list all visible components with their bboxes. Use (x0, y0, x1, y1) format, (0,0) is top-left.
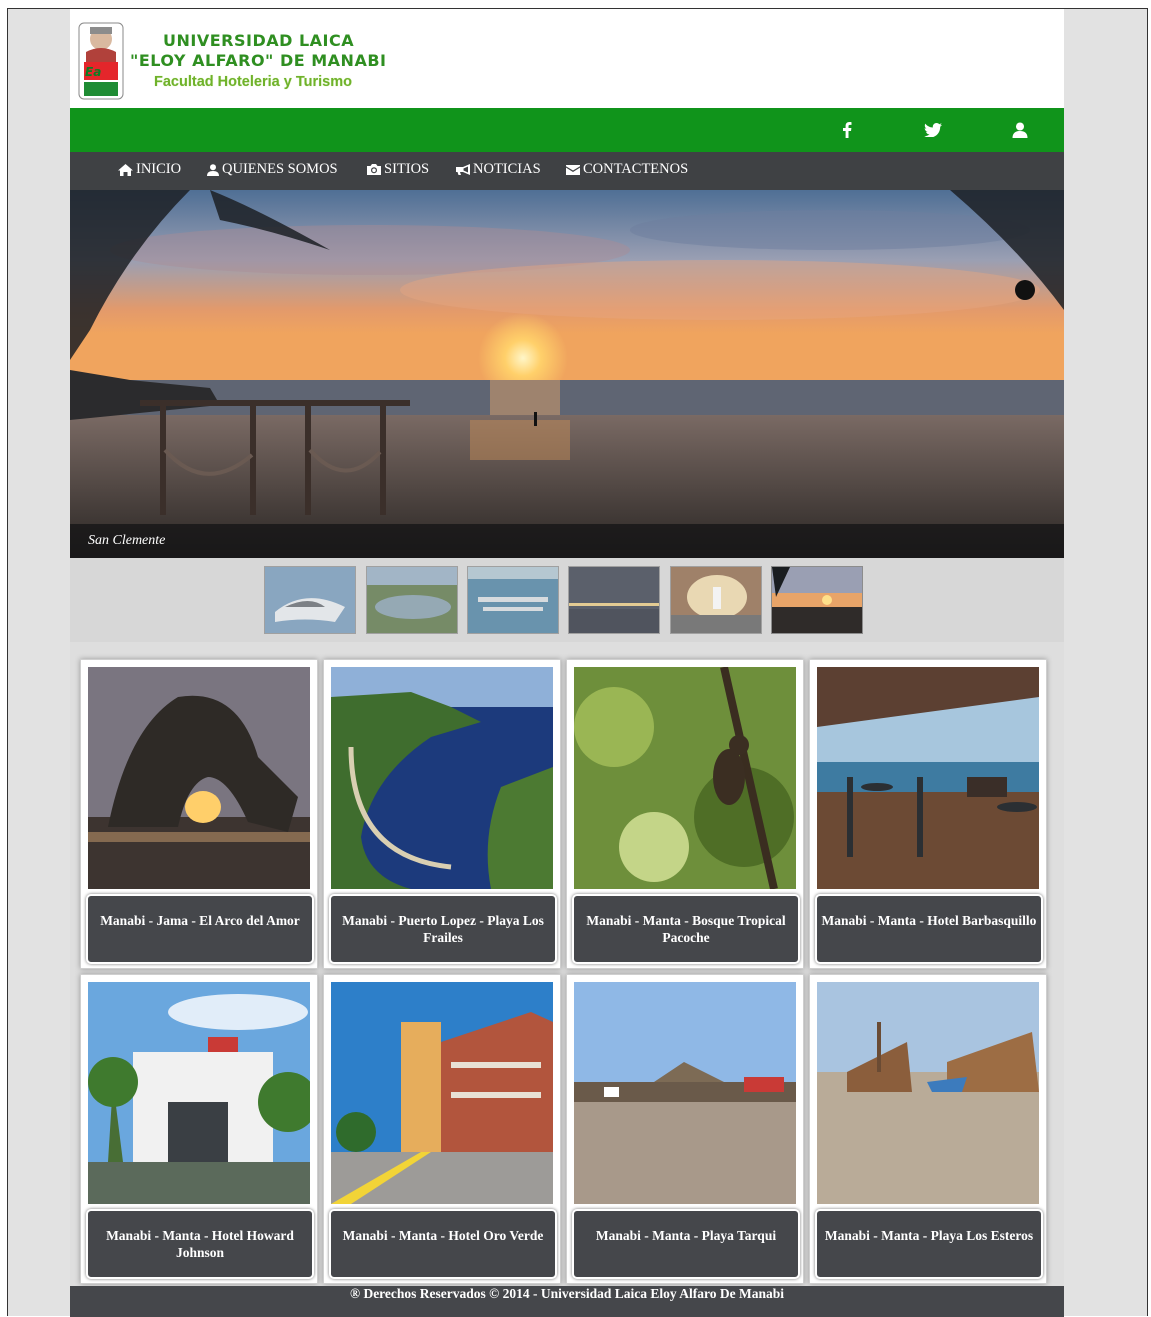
thumbnail-pier-night[interactable] (568, 566, 660, 634)
social-bar (70, 108, 1064, 152)
arco-del-amor-photo (88, 667, 310, 889)
nav-item-quienes-somos[interactable]: QUIENES SOMOS (207, 161, 338, 178)
hotel-howard-johnson-photo (88, 982, 310, 1204)
playa-los-frailes-photo (331, 667, 553, 889)
slider-thumbnails (70, 558, 1064, 642)
user-icon[interactable] (1009, 119, 1031, 141)
faculty-subtitle: Facultad Hoteleria y Turismo (154, 74, 352, 90)
place-card-arco-del-amor[interactable]: Manabi - Jama - El Arco del Amor (80, 659, 318, 969)
megaphone-icon (456, 164, 470, 175)
svg-text:Ea: Ea (85, 65, 101, 79)
slider-caption: San Clemente (88, 533, 166, 548)
card-label: Manabi - Manta - Bosque Tropical Pacoche (572, 894, 800, 964)
place-card-los-esteros[interactable]: Manabi - Manta - Playa Los Esteros (809, 974, 1047, 1284)
card-label: Manabi - Jama - El Arco del Amor (86, 894, 314, 964)
thumbnail-marina[interactable] (467, 566, 559, 634)
facebook-icon[interactable] (836, 119, 858, 141)
university-title-line1: UNIVERSIDAD LAICA (163, 31, 355, 50)
university-title-line2: "ELOY ALFARO" DE MANABI (130, 51, 387, 70)
place-card-pacoche[interactable]: Manabi - Manta - Bosque Tropical Pacoche (566, 659, 804, 969)
main-navigation: INICIO QUIENES SOMOS SITIOS NOTICIAS CON… (70, 152, 1064, 190)
site-header: Ea UNIVERSIDAD LAICA "ELOY ALFARO" DE MA… (70, 9, 1064, 108)
playa-tarqui-photo (574, 982, 796, 1204)
thumbnail-whale[interactable] (264, 566, 356, 634)
hotel-oro-verde-photo (331, 982, 553, 1204)
card-label: Manabi - Manta - Hotel Barbasquillo (815, 894, 1043, 964)
hotel-barbasquillo-photo (817, 667, 1039, 889)
place-card-playa-tarqui[interactable]: Manabi - Manta - Playa Tarqui (566, 974, 804, 1284)
hero-slider[interactable]: San Clemente (70, 190, 1064, 558)
page-container: Ea UNIVERSIDAD LAICA "ELOY ALFARO" DE MA… (70, 9, 1064, 1317)
bosque-pacoche-photo (574, 667, 796, 889)
nav-label: INICIO (136, 161, 182, 177)
sunset-beach-photo (70, 190, 1064, 558)
nav-label: SITIOS (384, 161, 430, 177)
camera-icon (367, 164, 381, 175)
card-label: Manabi - Puerto Lopez - Playa Los Fraile… (329, 894, 557, 964)
nav-item-sitios[interactable]: SITIOS (367, 161, 429, 178)
university-seal-logo[interactable]: Ea (78, 22, 126, 100)
nav-label: CONTACTENOS (583, 161, 689, 177)
nav-item-contactenos[interactable]: CONTACTENOS (566, 161, 688, 178)
thumbnail-lagoon[interactable] (366, 566, 458, 634)
card-label: Manabi - Manta - Hotel Oro Verde (329, 1209, 557, 1279)
playa-los-esteros-photo (817, 982, 1039, 1204)
nav-label: NOTICIAS (473, 161, 541, 177)
home-icon (118, 163, 133, 176)
envelope-icon (566, 164, 580, 175)
nav-item-noticias[interactable]: NOTICIAS (456, 161, 541, 178)
browser-frame: Ea UNIVERSIDAD LAICA "ELOY ALFARO" DE MA… (7, 8, 1148, 1317)
site-footer: ® Derechos Reservados © 2014 - Universid… (70, 1286, 1064, 1317)
thumbnail-tunnel[interactable] (670, 566, 762, 634)
slider-caption-bar: San Clemente (70, 524, 1064, 558)
card-label: Manabi - Manta - Hotel Howard Johnson (86, 1209, 314, 1279)
card-label: Manabi - Manta - Playa Tarqui (572, 1209, 800, 1279)
nav-item-inicio[interactable]: INICIO (118, 161, 181, 178)
user-icon (207, 163, 219, 176)
place-card-barbasquillo[interactable]: Manabi - Manta - Hotel Barbasquillo (809, 659, 1047, 969)
place-card-los-frailes[interactable]: Manabi - Puerto Lopez - Playa Los Fraile… (323, 659, 561, 969)
nav-label: QUIENES SOMOS (222, 161, 338, 177)
twitter-icon[interactable] (922, 119, 944, 141)
thumbnail-sunset-active[interactable] (771, 566, 863, 634)
place-card-oro-verde[interactable]: Manabi - Manta - Hotel Oro Verde (323, 974, 561, 1284)
place-card-howard-johnson[interactable]: Manabi - Manta - Hotel Howard Johnson (80, 974, 318, 1284)
footer-copyright: ® Derechos Reservados © 2014 - Universid… (349, 1286, 785, 1301)
card-label: Manabi - Manta - Playa Los Esteros (815, 1209, 1043, 1279)
